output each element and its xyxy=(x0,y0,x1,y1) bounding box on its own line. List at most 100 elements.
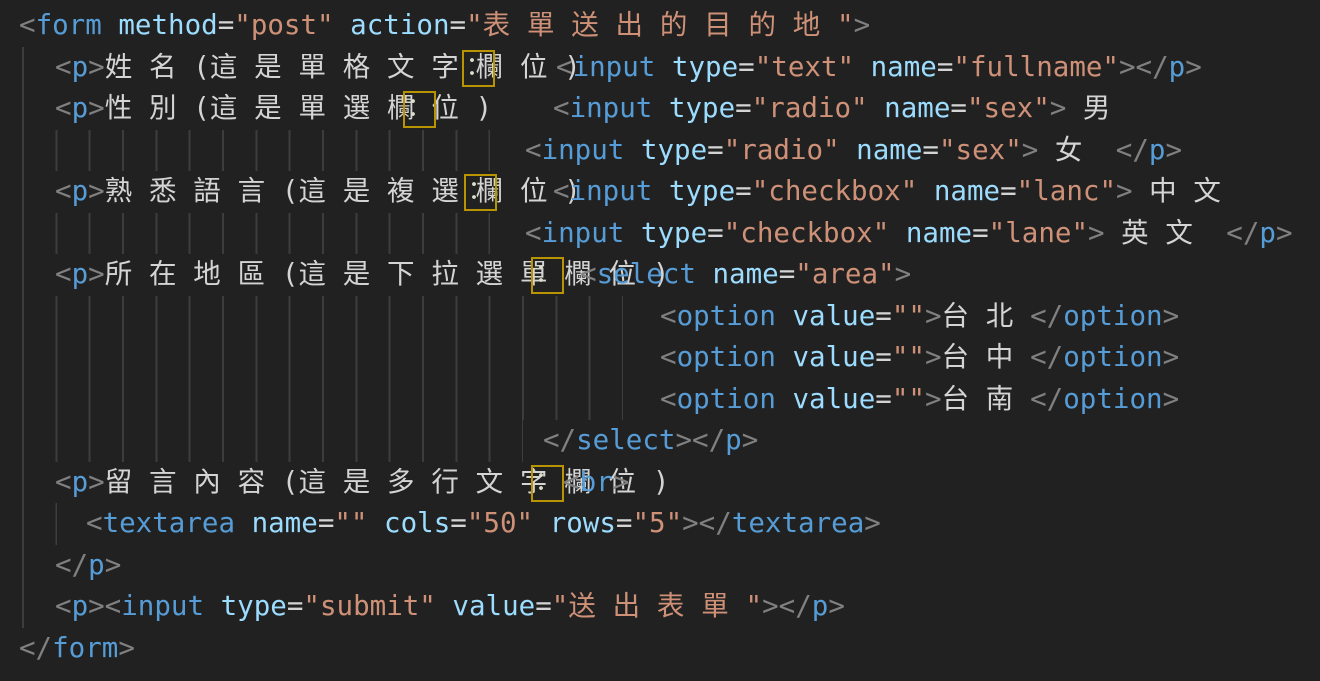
code-token: "" xyxy=(892,383,925,415)
code-token: </ xyxy=(1030,341,1063,373)
code-token: 台南 xyxy=(942,383,1031,415)
code-token: input xyxy=(570,92,653,124)
code-token: < xyxy=(55,466,72,498)
code-segment: <p>熟悉語言(這是複選欄位) xyxy=(55,171,581,213)
code-token xyxy=(1105,217,1122,249)
code-token xyxy=(1099,134,1116,166)
code-token: 這是複選欄位 xyxy=(298,175,564,207)
code-token: p xyxy=(725,424,742,456)
code-token: = xyxy=(738,51,755,83)
code-token: > xyxy=(1163,383,1180,415)
code-token: p xyxy=(1149,134,1166,166)
code-token: textarea xyxy=(732,507,864,539)
code-line: <option value="">台中</option> xyxy=(0,337,1320,379)
code-token: </ xyxy=(1226,217,1259,249)
code-segment: <p>所在地區(這是下拉選單欄位) xyxy=(55,254,669,296)
code-token: = xyxy=(450,9,467,41)
code-token: p xyxy=(72,51,89,83)
code-token: </ xyxy=(1030,383,1063,415)
code-token: = xyxy=(875,300,892,332)
code-token: = xyxy=(875,383,892,415)
code-token: < xyxy=(55,51,72,83)
code-segment: <option value="">台北</option> xyxy=(660,296,1179,338)
code-token: < xyxy=(55,175,72,207)
code-token: > xyxy=(1050,92,1067,124)
code-token: = xyxy=(735,92,752,124)
code-token: > xyxy=(1185,51,1202,83)
code-token: input xyxy=(542,134,625,166)
code-token: ) xyxy=(476,92,493,124)
code-token: p xyxy=(72,258,89,290)
code-token: " xyxy=(552,590,569,622)
code-token: "5" xyxy=(632,507,682,539)
code-token: " xyxy=(746,590,763,622)
code-token: select xyxy=(597,258,696,290)
code-token: input xyxy=(573,51,656,83)
code-token: p xyxy=(1169,51,1186,83)
code-token: value xyxy=(436,590,535,622)
code-token: ></ xyxy=(1119,51,1169,83)
code-token: value xyxy=(776,341,875,373)
code-token: ( xyxy=(282,258,299,290)
code-token: name xyxy=(917,175,1000,207)
code-token: "radio" xyxy=(752,92,868,124)
code-token: "50" xyxy=(467,507,533,539)
code-token: option xyxy=(677,383,776,415)
code-token: "text" xyxy=(755,51,854,83)
code-line: <textarea name="" cols="50" rows="5"></t… xyxy=(0,503,1320,545)
code-segment: <input type="text" name="fullname"></p> xyxy=(556,47,1202,89)
code-token: = xyxy=(875,341,892,373)
code-token: > xyxy=(864,507,881,539)
code-segment: </select></p> xyxy=(543,420,758,462)
indent-guide xyxy=(22,545,24,587)
code-token: < xyxy=(580,258,597,290)
code-token: action xyxy=(334,9,450,41)
code-token: p xyxy=(88,549,105,581)
code-token: "lane" xyxy=(989,217,1088,249)
code-token: name xyxy=(696,258,779,290)
code-token: 熟悉語言 xyxy=(105,175,282,207)
code-token: "" xyxy=(334,507,367,539)
code-token: name xyxy=(889,217,972,249)
code-token: ></ xyxy=(762,590,812,622)
code-token: < xyxy=(556,51,573,83)
code-token: p xyxy=(812,590,829,622)
code-line: <p>留言內容(這是多行文字欄位)<br>： xyxy=(0,462,1320,504)
code-token: < xyxy=(19,9,36,41)
code-token: "" xyxy=(892,300,925,332)
code-token: > xyxy=(854,9,871,41)
code-token: p xyxy=(72,175,89,207)
code-token: </ xyxy=(543,424,576,456)
code-token: > xyxy=(613,466,630,498)
code-token: > xyxy=(1163,300,1180,332)
code-segment: <input type="radio" name="sex"> 女 </p> xyxy=(525,130,1182,172)
code-token: > xyxy=(1116,175,1133,207)
code-token: < xyxy=(86,507,103,539)
code-token: ) xyxy=(653,466,670,498)
code-token: ( xyxy=(282,466,299,498)
code-token: = xyxy=(218,9,235,41)
code-segment: <form method="post" action="表單送出的目的地"> xyxy=(19,5,870,47)
code-token: 表單送出的目的地 xyxy=(483,9,837,41)
code-token: p xyxy=(72,92,89,124)
code-token: type xyxy=(624,134,707,166)
code-token: = xyxy=(1000,175,1017,207)
code-token: type xyxy=(624,217,707,249)
code-editor[interactable]: <form method="post" action="表單送出的目的地"><p… xyxy=(0,0,1320,681)
code-token: > xyxy=(88,51,105,83)
code-token: input xyxy=(121,590,204,622)
code-token: < xyxy=(525,134,542,166)
code-token: " xyxy=(837,9,854,41)
code-token: 台中 xyxy=(942,341,1031,373)
code-token: rows xyxy=(533,507,616,539)
code-token: 中文 xyxy=(1149,175,1238,207)
code-token: p xyxy=(72,590,89,622)
code-token: ( xyxy=(282,175,299,207)
code-token: type xyxy=(652,92,735,124)
code-token: value xyxy=(776,383,875,415)
code-token: "checkbox" xyxy=(724,217,890,249)
code-token: = xyxy=(937,51,954,83)
code-token: input xyxy=(570,175,653,207)
code-token: br xyxy=(580,466,613,498)
indent-guide xyxy=(22,379,624,421)
